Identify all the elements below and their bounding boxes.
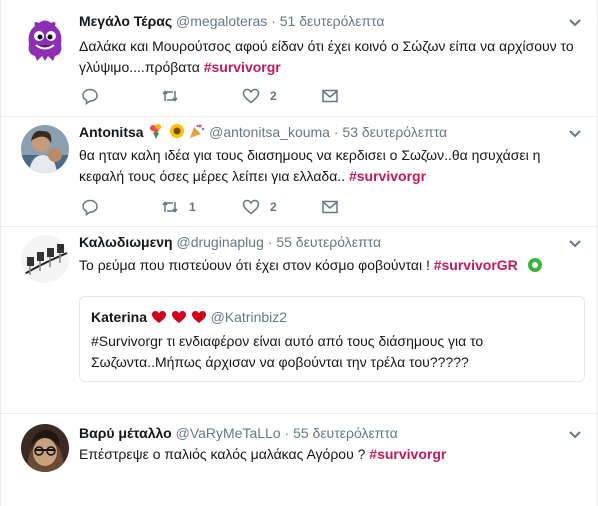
avatar[interactable] <box>21 235 69 283</box>
timestamp[interactable]: 55 δευτερόλεπτα <box>293 425 398 441</box>
tweet-text: Το ρεύμα που πιστεύουν ότι έχει στον κόσ… <box>79 255 579 276</box>
quoted-tweet-header: Katerina @Katrinbiz2 <box>91 309 287 325</box>
envelope-icon <box>322 200 338 214</box>
timeline: Μεγάλο Τέρας @megaloteras · 51 δευτερόλε… <box>0 0 598 506</box>
like-count: 2 <box>270 89 277 103</box>
quoted-tweet-text: #Survivorgr τι ενδιαφέρον είναι αυτό από… <box>91 333 484 370</box>
separator: · <box>267 234 273 250</box>
heart-emoji-icon <box>191 311 206 323</box>
separator: · <box>271 13 276 29</box>
timestamp[interactable]: 53 δευτερόλεπτα <box>342 124 447 140</box>
retweet-count: 1 <box>189 200 196 214</box>
tweet-body: θα ηταν καλη ιδέα για τους διασημους να … <box>79 147 541 184</box>
tweet[interactable]: Μεγάλο Τέρας @megaloteras · 51 δευτερόλε… <box>1 0 597 117</box>
chevron-down-icon[interactable] <box>567 125 583 141</box>
tweet-text: Επέστρεψε ο παλιός καλός μαλάκας Αγόρου … <box>79 444 579 465</box>
retweet-icon <box>162 90 178 102</box>
quoted-display-name[interactable]: Katerina <box>91 309 211 325</box>
bouquet-icon <box>150 124 162 139</box>
reply-button[interactable] <box>81 86 99 106</box>
separator: · <box>333 124 339 140</box>
tweet-header: Antonitsa @antonitsa_kouma · 53 δευτερόλ… <box>79 123 447 141</box>
hashtag-link[interactable]: #survivorgr <box>204 59 281 75</box>
display-name-text: Antonitsa <box>79 124 144 140</box>
username[interactable]: @druginaplug <box>176 234 263 250</box>
reply-icon <box>82 88 98 105</box>
message-button[interactable] <box>321 197 339 217</box>
avatar[interactable] <box>21 424 69 472</box>
heart-icon <box>242 88 260 104</box>
message-button[interactable] <box>321 86 339 106</box>
envelope-icon <box>322 89 338 103</box>
tweet-body: Το ρεύμα που πιστεύουν ότι έχει στον κόσ… <box>79 257 430 273</box>
display-name[interactable]: Μεγάλο Τέρας <box>79 13 172 29</box>
avatar[interactable] <box>21 14 69 62</box>
retweet-icon <box>162 201 178 213</box>
tweet-body: Επέστρεψε ο παλιός καλός μαλάκας Αγόρου … <box>79 446 366 462</box>
chevron-down-icon[interactable] <box>567 14 583 30</box>
party-popper-icon <box>190 124 205 138</box>
chevron-down-icon[interactable] <box>567 235 583 251</box>
tweet-text: θα ηταν καλη ιδέα για τους διασημους να … <box>79 145 579 187</box>
tweet-header: Βαρύ μέταλλο @VaRyMeTaLLo · 55 δευτερόλε… <box>79 424 398 442</box>
tweet[interactable]: Καλωδιωμενη @druginaplug · 55 δευτερόλεπ… <box>1 227 597 414</box>
tweet[interactable]: Βαρύ μέταλλο @VaRyMeTaLLo · 55 δευτερόλε… <box>1 414 597 506</box>
like-button[interactable]: 2 <box>242 86 277 106</box>
tweet-header: Μεγάλο Τέρας @megaloteras · 51 δευτερόλε… <box>79 12 384 30</box>
reply-button[interactable] <box>81 197 99 217</box>
tweet-text: Δαλάκα και Μουρούτσος αφού είδαν ότι έχε… <box>79 36 579 78</box>
tweet-header: Καλωδιωμενη @druginaplug · 55 δευτερόλεπ… <box>79 233 381 251</box>
like-count: 2 <box>270 200 277 214</box>
quoted-tweet[interactable]: Katerina @Katrinbiz2 #Survivorgr τι ενδι… <box>79 296 585 382</box>
avatar[interactable] <box>21 125 69 173</box>
chevron-down-icon[interactable] <box>567 426 583 442</box>
timestamp[interactable]: 51 δευτερόλεπτα <box>280 13 385 29</box>
sunflower-icon <box>170 124 185 138</box>
tweet-body: Δαλάκα και Μουρούτσος αφού είδαν ότι έχε… <box>79 38 574 75</box>
display-name[interactable]: Antonitsa <box>79 124 209 140</box>
tweet-actions: 2 <box>81 86 381 106</box>
hashtag-link[interactable]: #survivorgr <box>349 168 426 184</box>
tweet-actions: 1 2 <box>81 197 381 217</box>
hashtag-link[interactable]: #survivorgr <box>369 446 446 462</box>
quoted-username[interactable]: @Katrinbiz2 <box>211 309 287 325</box>
quoted-display-name-text: Katerina <box>91 309 148 325</box>
username[interactable]: @megaloteras <box>176 13 267 29</box>
like-button[interactable]: 2 <box>242 197 277 217</box>
timestamp[interactable]: 55 δευτερόλεπτα <box>276 234 381 250</box>
separator: · <box>284 425 290 441</box>
heart-icon <box>242 199 260 215</box>
username[interactable]: @antonitsa_kouma <box>209 124 330 140</box>
display-name[interactable]: Βαρύ μέταλλο <box>79 425 172 441</box>
tweet[interactable]: Antonitsa @antonitsa_kouma · 53 δευτερόλ… <box>1 117 597 227</box>
retweet-button[interactable] <box>161 86 189 106</box>
reply-icon <box>82 199 98 216</box>
retweet-button[interactable]: 1 <box>161 197 196 217</box>
status-ring-icon <box>527 258 542 272</box>
heart-emoji-icon <box>171 311 186 323</box>
display-name[interactable]: Καλωδιωμενη <box>79 234 173 250</box>
username[interactable]: @VaRyMeTaLLo <box>176 425 281 441</box>
heart-emoji-icon <box>151 311 166 323</box>
hashtag-link[interactable]: #survivorGR <box>434 257 518 273</box>
